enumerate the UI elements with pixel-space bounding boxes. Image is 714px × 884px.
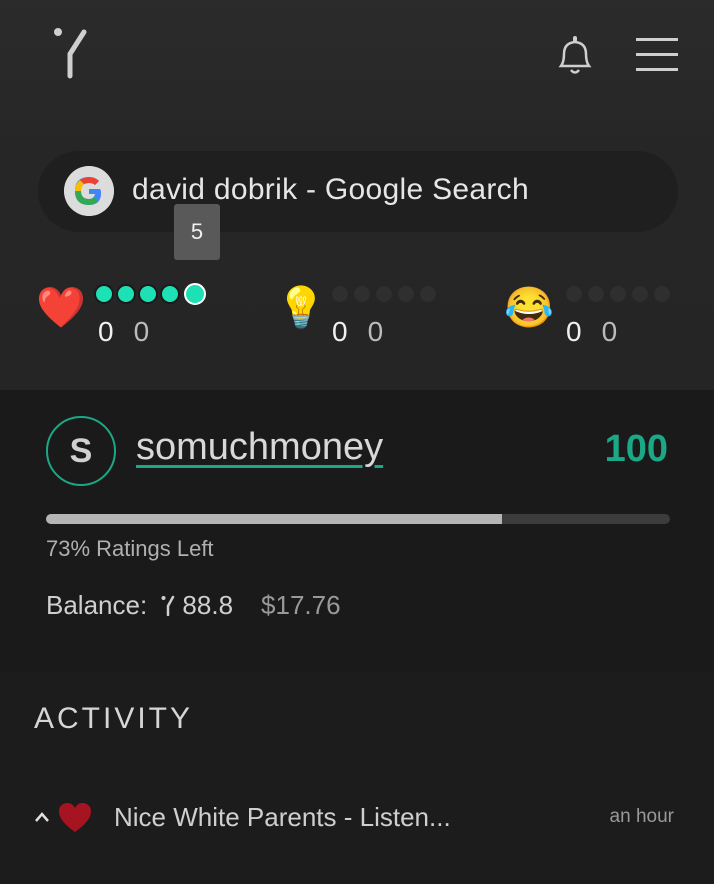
header-area: david dobrik - Google Search 5 ❤️ 0 0 💡 … — [0, 0, 714, 390]
menu-icon[interactable] — [634, 36, 680, 72]
balance-row: Balance: 88.8 $17.76 — [46, 590, 341, 621]
activity-item-title[interactable]: Nice White Parents - Listen... — [114, 802, 451, 833]
rating-count: 0 — [601, 316, 618, 347]
bell-icon[interactable] — [552, 32, 598, 78]
rating-counts: 0 0 — [332, 316, 383, 348]
rating-slider[interactable] — [332, 286, 436, 302]
ratings-progress-fill — [46, 514, 502, 524]
chevron-up-icon[interactable] — [34, 810, 50, 824]
heart-icon: ❤️ — [36, 286, 86, 330]
rating-slider[interactable] — [566, 286, 670, 302]
search-result-bar[interactable]: david dobrik - Google Search — [38, 151, 678, 232]
rating-counts: 0 0 — [98, 316, 149, 348]
rating-tooltip: 5 — [174, 204, 220, 260]
rating-dot[interactable] — [398, 286, 414, 302]
ratings-progress-bar — [46, 514, 670, 524]
rating-dot[interactable] — [140, 286, 156, 302]
rating-count: 0 — [332, 316, 348, 347]
rating-dot[interactable] — [632, 286, 648, 302]
rating-dot[interactable] — [118, 286, 134, 302]
rating-dot[interactable] — [566, 286, 582, 302]
rating-count: 0 — [566, 316, 582, 347]
activity-section: ACTIVITY Nice White Parents - Listen... … — [0, 672, 714, 884]
user-panel: S somuchmoney 100 73% Ratings Left Balan… — [0, 390, 714, 672]
activity-title: ACTIVITY — [34, 702, 194, 735]
logo-icon[interactable] — [52, 26, 92, 80]
balance-label: Balance: — [46, 590, 148, 620]
username-link[interactable]: somuchmoney — [136, 426, 383, 469]
rating-dot[interactable] — [162, 286, 178, 302]
activity-item-time: an hour — [609, 806, 674, 827]
rating-dot[interactable] — [354, 286, 370, 302]
rating-counts: 0 0 — [566, 316, 617, 348]
user-score: 100 — [604, 428, 668, 470]
google-icon — [64, 166, 114, 216]
laughing-icon: 😂 — [504, 286, 554, 330]
lightbulb-icon: 💡 — [276, 286, 326, 330]
rating-dot[interactable] — [376, 286, 392, 302]
avatar[interactable]: S — [46, 416, 116, 486]
rating-slider[interactable] — [96, 283, 206, 305]
ratings-left-text: 73% Ratings Left — [46, 536, 214, 561]
rating-count: 0 — [98, 316, 114, 347]
rating-lightbulb[interactable]: 💡 0 0 — [276, 280, 476, 350]
rating-dot[interactable] — [332, 286, 348, 302]
token-icon — [161, 595, 175, 617]
balance-tokens: 88.8 — [182, 590, 234, 620]
search-title: david dobrik - Google Search — [132, 173, 529, 206]
rating-dot-selected[interactable] — [184, 283, 206, 305]
rating-heart[interactable]: ❤️ 0 0 — [36, 280, 236, 350]
rating-count: 0 — [133, 316, 150, 347]
rating-dot[interactable] — [610, 286, 626, 302]
rating-dot[interactable] — [654, 286, 670, 302]
balance-usd: $17.76 — [261, 590, 341, 620]
rating-count: 0 — [367, 316, 384, 347]
heart-icon — [59, 803, 91, 832]
rating-laughing[interactable]: 😂 0 0 — [504, 280, 704, 350]
rating-dot[interactable] — [588, 286, 604, 302]
rating-dot[interactable] — [96, 286, 112, 302]
token-amount: 88.8 — [161, 590, 233, 621]
rating-dot[interactable] — [420, 286, 436, 302]
activity-item[interactable]: Nice White Parents - Listen... an hour — [34, 802, 674, 842]
